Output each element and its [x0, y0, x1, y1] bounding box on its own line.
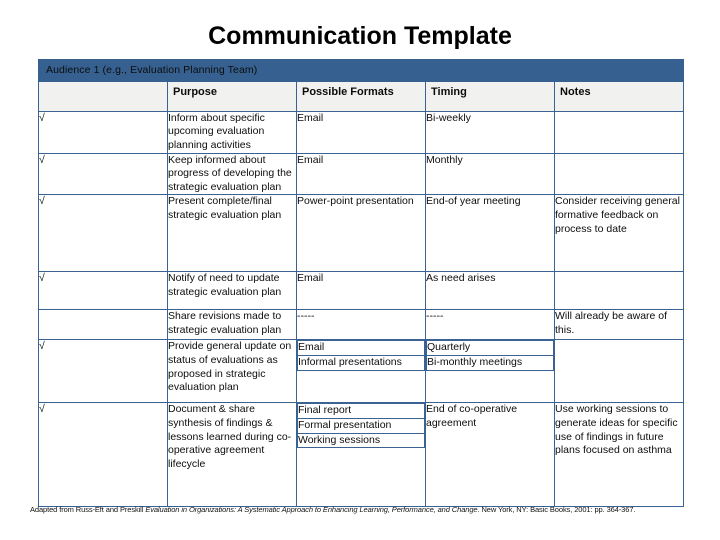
row-purpose: Provide general update on status of eval…: [167, 339, 297, 404]
row-formats: Email: [296, 110, 426, 154]
column-header-check: [38, 81, 168, 112]
row-purpose: Inform about specific upcoming evaluatio…: [167, 110, 297, 154]
timing-subtable: Quarterly Bi-monthly meetings: [426, 340, 554, 371]
row-purpose: Keep informed about progress of developi…: [167, 152, 297, 196]
audience-band-row: Audience 1 (e.g., Evaluation Planning Te…: [38, 59, 684, 82]
column-header-timing: Timing: [425, 81, 555, 112]
row-formats: Email: [296, 271, 426, 311]
row-formats-group: Final report Formal presentation Working…: [296, 402, 426, 508]
format-subrow: Informal presentations: [297, 355, 425, 371]
table-row: √ Keep informed about progress of develo…: [38, 152, 684, 196]
format-item: Formal presentation: [297, 418, 425, 434]
format-item: Informal presentations: [297, 355, 425, 371]
citation-prefix: Adapted from Russ-Eft and Preskill: [30, 505, 146, 514]
row-notes: [554, 271, 684, 311]
row-timing-group: Quarterly Bi-monthly meetings: [425, 339, 555, 404]
row-checkmark[interactable]: √: [38, 110, 168, 154]
row-formats: Power-point presentation: [296, 194, 426, 273]
timing-item: Quarterly: [426, 340, 554, 357]
formats-subtable: Final report Formal presentation Working…: [297, 403, 425, 449]
format-item: Final report: [297, 403, 425, 420]
column-header-formats: Possible Formats: [296, 81, 426, 112]
row-checkmark[interactable]: √: [38, 402, 168, 508]
row-timing: Monthly: [425, 152, 555, 196]
row-checkmark[interactable]: √: [38, 152, 168, 196]
row-checkmark[interactable]: √: [38, 194, 168, 273]
row-timing: -----: [425, 309, 555, 341]
format-subrow: Final report: [297, 403, 425, 420]
row-timing: Bi-weekly: [425, 110, 555, 154]
format-subrow: Working sessions: [297, 432, 425, 449]
communication-table: Audience 1 (e.g., Evaluation Planning Te…: [38, 59, 684, 508]
column-header-row: Purpose Possible Formats Timing Notes: [38, 81, 684, 112]
row-timing: As need arises: [425, 271, 555, 311]
row-purpose: Present complete/final strategic evaluat…: [167, 194, 297, 273]
format-item: Working sessions: [297, 432, 425, 449]
timing-subrow: Bi-monthly meetings: [426, 355, 554, 371]
row-formats: Email: [296, 152, 426, 196]
row-notes: [554, 339, 684, 404]
row-purpose: Notify of need to update strategic evalu…: [167, 271, 297, 311]
row-timing: End-of year meeting: [425, 194, 555, 273]
format-item: Email: [297, 340, 425, 357]
audience-band-label: Audience 1 (e.g., Evaluation Planning Te…: [38, 59, 684, 82]
format-subrow: Formal presentation: [297, 418, 425, 434]
row-notes: Use working sessions to generate ideas f…: [554, 402, 684, 508]
row-notes: Will already be aware of this.: [554, 309, 684, 341]
row-checkmark[interactable]: √: [38, 339, 168, 404]
row-timing: End of co-operative agreement: [425, 402, 555, 508]
row-formats-group: Email Informal presentations: [296, 339, 426, 404]
row-purpose: Share revisions made to strategic evalua…: [167, 309, 297, 341]
timing-item: Bi-monthly meetings: [426, 355, 554, 371]
row-purpose: Document & share synthesis of findings &…: [167, 402, 297, 508]
format-subrow: Email: [297, 340, 425, 357]
table-row: √ Inform about specific upcoming evaluat…: [38, 110, 684, 154]
source-citation: Adapted from Russ-Eft and Preskill Evalu…: [30, 505, 702, 514]
table-row: √ Provide general update on status of ev…: [38, 339, 684, 404]
row-notes: [554, 110, 684, 154]
column-header-purpose: Purpose: [167, 81, 297, 112]
table-row: √ Present complete/final strategic evalu…: [38, 194, 684, 273]
row-checkmark[interactable]: √: [38, 271, 168, 311]
row-notes: Consider receiving general formative fee…: [554, 194, 684, 273]
formats-subtable: Email Informal presentations: [297, 340, 425, 371]
timing-subrow: Quarterly: [426, 340, 554, 357]
table-row: √ Notify of need to update strategic eva…: [38, 271, 684, 311]
table-row: Share revisions made to strategic evalua…: [38, 309, 684, 341]
citation-title: Evaluation in Organizations: A Systemati…: [145, 505, 478, 514]
row-notes: [554, 152, 684, 196]
citation-suffix: . New York, NY: Basic Books, 2001: pp. 3…: [477, 505, 636, 514]
table-row: √ Document & share synthesis of findings…: [38, 402, 684, 508]
column-header-notes: Notes: [554, 81, 684, 112]
row-formats: -----: [296, 309, 426, 341]
row-checkmark[interactable]: [38, 309, 168, 341]
page-title: Communication Template: [208, 22, 512, 50]
